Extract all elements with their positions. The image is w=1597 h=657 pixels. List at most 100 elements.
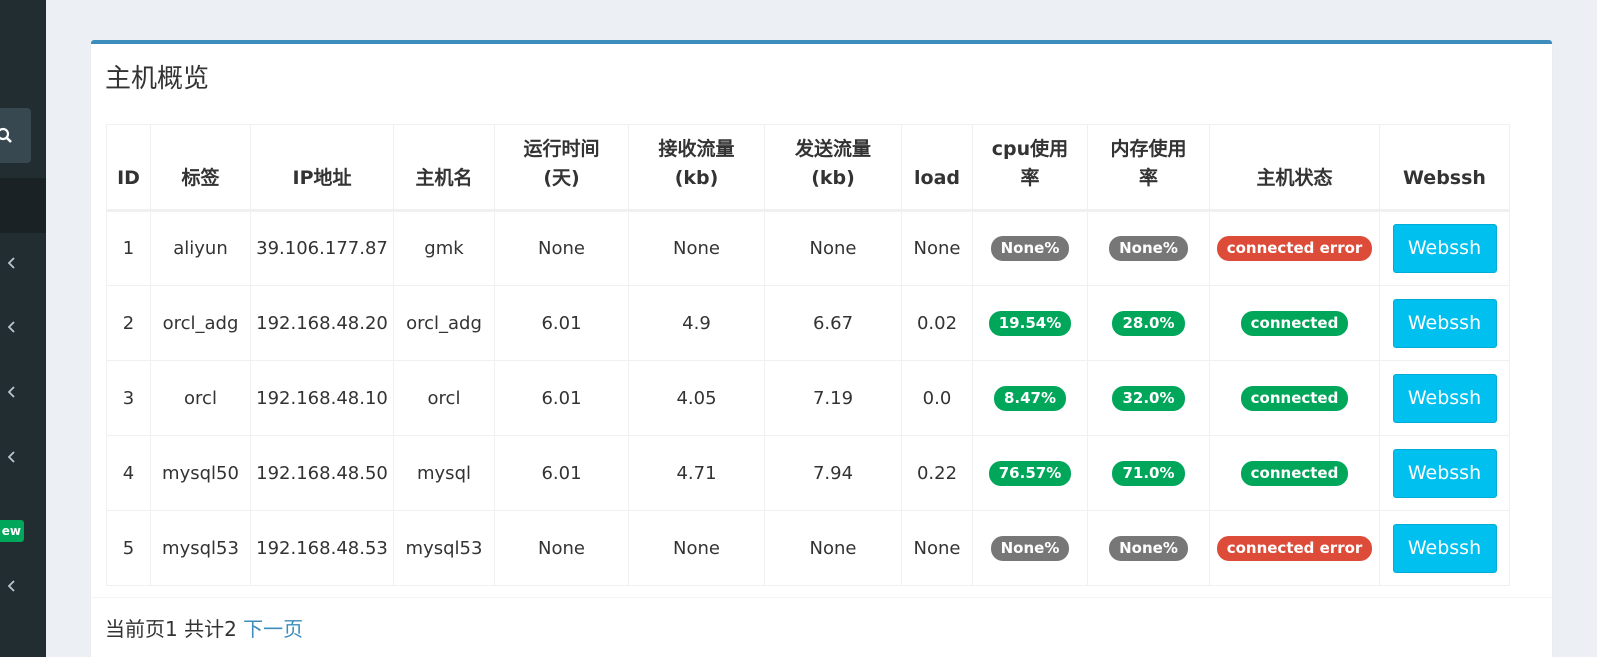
host-table-wrapper: ID 标签 IP地址 主机名 运行时间 (天) 接收流量 (kb) 发送流量 (kb)… bbox=[106, 124, 1510, 586]
cell-tag: mysql53 bbox=[150, 510, 251, 586]
page-title: 主机概览 bbox=[105, 64, 210, 94]
cell-load: None bbox=[901, 510, 973, 586]
sidebar: ew bbox=[0, 0, 46, 657]
header-recv: 接收流量 (kb) bbox=[628, 124, 765, 212]
header-id: ID bbox=[106, 124, 151, 212]
pagination: 当前页1 共计2 下一页 bbox=[105, 613, 303, 642]
cpu-badge: None% bbox=[990, 535, 1070, 561]
cell-send: 7.94 bbox=[764, 435, 902, 511]
status-badge: connected error bbox=[1216, 535, 1373, 561]
cell-load: 0.02 bbox=[901, 285, 973, 361]
chevron-left-icon[interactable] bbox=[6, 580, 18, 592]
cell-status: connected bbox=[1209, 285, 1380, 361]
cell-hostname: gmk bbox=[393, 210, 495, 286]
cell-ip: 192.168.48.20 bbox=[250, 285, 394, 361]
cell-tag: mysql50 bbox=[150, 435, 251, 511]
cpu-badge: 19.54% bbox=[988, 310, 1072, 336]
cell-tag: aliyun bbox=[150, 210, 251, 286]
chevron-left-icon[interactable] bbox=[6, 451, 18, 463]
mem-badge: 28.0% bbox=[1112, 310, 1185, 336]
cell-id: 4 bbox=[106, 435, 151, 511]
cell-tag: orcl_adg bbox=[150, 285, 251, 361]
cell-id: 5 bbox=[106, 510, 151, 586]
table-row: 2 orcl_adg 192.168.48.20 orcl_adg 6.01 4… bbox=[106, 285, 1510, 361]
header-tag: 标签 bbox=[150, 124, 251, 212]
cell-cpu: 8.47% bbox=[972, 360, 1088, 436]
status-badge: connected error bbox=[1216, 236, 1373, 261]
cell-cpu: 19.54% bbox=[972, 285, 1088, 361]
search-icon bbox=[0, 127, 12, 143]
cell-mem: 28.0% bbox=[1087, 285, 1210, 361]
cell-uptime: 6.01 bbox=[494, 435, 629, 511]
cell-recv: 4.9 bbox=[628, 285, 765, 361]
webssh-button[interactable]: Webssh bbox=[1392, 523, 1497, 573]
chevron-left-icon[interactable] bbox=[6, 386, 18, 398]
cell-id: 1 bbox=[106, 210, 151, 286]
status-badge: connected bbox=[1240, 310, 1349, 336]
mem-badge: 32.0% bbox=[1112, 385, 1185, 411]
sidebar-active-item[interactable] bbox=[0, 178, 46, 233]
cell-mem: 32.0% bbox=[1087, 360, 1210, 436]
cpu-badge: 76.57% bbox=[988, 460, 1072, 486]
cell-webssh: Webssh bbox=[1379, 210, 1510, 286]
cell-webssh: Webssh bbox=[1379, 435, 1510, 511]
chevron-left-icon[interactable] bbox=[6, 257, 18, 269]
cell-webssh: Webssh bbox=[1379, 360, 1510, 436]
cell-send: None bbox=[764, 510, 902, 586]
webssh-button[interactable]: Webssh bbox=[1392, 298, 1497, 348]
chevron-left-icon[interactable] bbox=[6, 321, 18, 333]
cell-cpu: None% bbox=[972, 210, 1088, 286]
cell-load: 0.22 bbox=[901, 435, 973, 511]
cell-hostname: mysql bbox=[393, 435, 495, 511]
status-badge: connected bbox=[1240, 385, 1349, 411]
search-button[interactable] bbox=[0, 108, 31, 163]
pagination-info: 当前页1 共计2 bbox=[105, 617, 237, 641]
cell-send: None bbox=[764, 210, 902, 286]
table-row: 1 aliyun 39.106.177.87 gmk None None Non… bbox=[106, 210, 1510, 286]
cell-ip: 192.168.48.50 bbox=[250, 435, 394, 511]
cpu-badge: None% bbox=[990, 236, 1070, 261]
cell-status: connected error bbox=[1209, 510, 1380, 586]
cell-recv: None bbox=[628, 510, 765, 586]
cell-id: 2 bbox=[106, 285, 151, 361]
status-badge: connected bbox=[1240, 460, 1349, 486]
table-row: 3 orcl 192.168.48.10 orcl 6.01 4.05 7.19… bbox=[106, 360, 1510, 436]
cell-recv: 4.71 bbox=[628, 435, 765, 511]
mem-badge: None% bbox=[1109, 236, 1188, 261]
header-uptime: 运行时间 (天) bbox=[494, 124, 629, 212]
cell-id: 3 bbox=[106, 360, 151, 436]
header-cpu: cpu使用率 bbox=[972, 124, 1088, 212]
cpu-badge: 8.47% bbox=[993, 385, 1067, 411]
cell-hostname: mysql53 bbox=[393, 510, 495, 586]
header-hostname: 主机名 bbox=[393, 124, 495, 212]
table-row: 5 mysql53 192.168.48.53 mysql53 None Non… bbox=[106, 510, 1510, 586]
cell-mem: 71.0% bbox=[1087, 435, 1210, 511]
cell-tag: orcl bbox=[150, 360, 251, 436]
box-footer-divider bbox=[91, 597, 1552, 598]
cell-status: connected error bbox=[1209, 210, 1380, 286]
header-send: 发送流量 (kb) bbox=[764, 124, 902, 212]
host-overview-panel: 主机概览 ID 标签 IP地址 主机名 运行时间 (天) 接收流量 (kb) 发送流… bbox=[91, 40, 1552, 657]
cell-ip: 192.168.48.10 bbox=[250, 360, 394, 436]
new-badge: ew bbox=[0, 520, 24, 542]
cell-load: None bbox=[901, 210, 973, 286]
cell-recv: 4.05 bbox=[628, 360, 765, 436]
header-ip: IP地址 bbox=[250, 124, 394, 212]
cell-hostname: orcl bbox=[393, 360, 495, 436]
header-webssh: Webssh bbox=[1379, 124, 1510, 212]
mem-badge: 71.0% bbox=[1112, 460, 1185, 486]
webssh-button[interactable]: Webssh bbox=[1392, 373, 1497, 423]
cell-uptime: None bbox=[494, 210, 629, 286]
cell-status: connected bbox=[1209, 360, 1380, 436]
next-page-link[interactable]: 下一页 bbox=[243, 617, 303, 641]
header-status: 主机状态 bbox=[1209, 124, 1380, 212]
cell-webssh: Webssh bbox=[1379, 510, 1510, 586]
cell-uptime: 6.01 bbox=[494, 285, 629, 361]
header-load: load bbox=[901, 124, 973, 212]
webssh-button[interactable]: Webssh bbox=[1392, 224, 1497, 273]
cell-recv: None bbox=[628, 210, 765, 286]
mem-badge: None% bbox=[1109, 535, 1188, 561]
cell-ip: 39.106.177.87 bbox=[250, 210, 394, 286]
header-mem: 内存使用率 bbox=[1087, 124, 1210, 212]
webssh-button[interactable]: Webssh bbox=[1392, 448, 1497, 498]
